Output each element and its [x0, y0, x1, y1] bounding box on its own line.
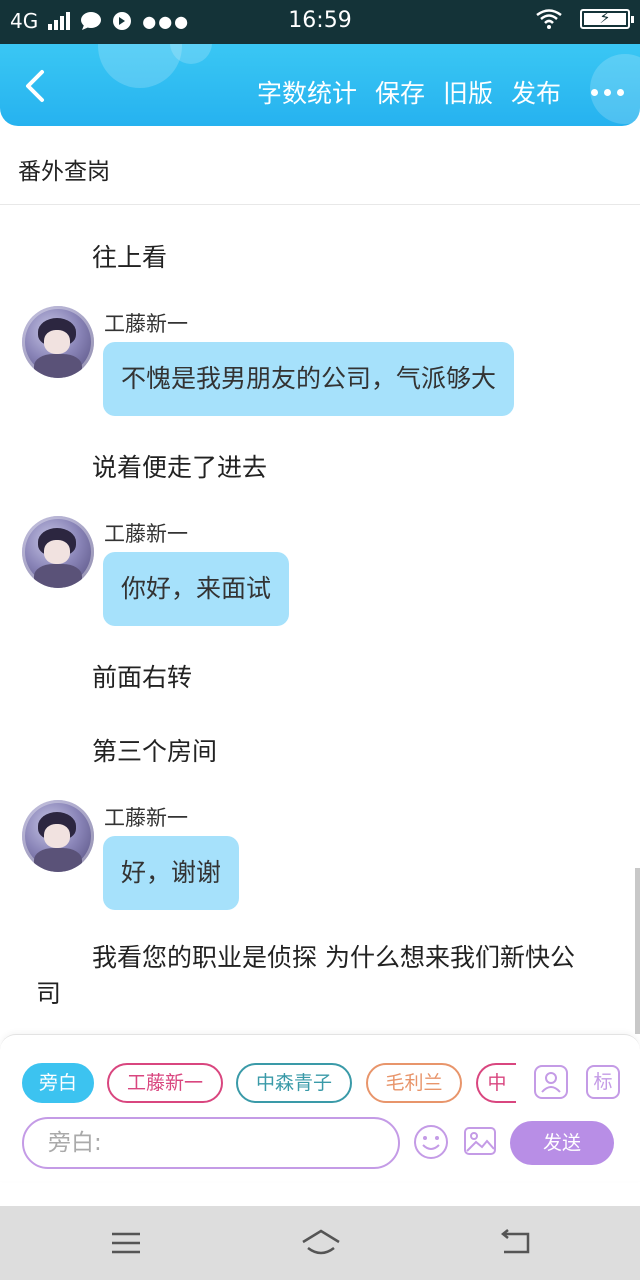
scrollbar[interactable]: [635, 868, 640, 1034]
speaker-name: 工藤新一: [104, 312, 188, 336]
back-icon[interactable]: [22, 68, 52, 104]
wifi-icon: [536, 9, 562, 29]
image-icon[interactable]: [462, 1123, 498, 1159]
top-app-bar: 字数统计 保存 旧版 发布: [0, 44, 640, 126]
home-icon[interactable]: [300, 1228, 342, 1258]
old-version-button[interactable]: 旧版: [443, 74, 493, 110]
more-icon[interactable]: [591, 88, 624, 96]
speaker-name: 工藤新一: [104, 522, 188, 546]
narration-line[interactable]: 我看您的职业是侦探 为什么想来我们新快公司: [36, 940, 596, 1012]
avatar[interactable]: [22, 516, 94, 588]
menu-icon[interactable]: [108, 1228, 144, 1258]
dialogue-bubble[interactable]: 好，谢谢: [103, 836, 240, 910]
back-nav-icon[interactable]: [498, 1228, 534, 1258]
role-chip-kudo-shinichi[interactable]: 工藤新一: [107, 1063, 223, 1103]
speaker-name: 工藤新一: [104, 806, 188, 830]
dialogue-bubble[interactable]: 不愧是我男朋友的公司，气派够大: [103, 342, 515, 416]
narration-line[interactable]: 说着便走了进去: [92, 448, 267, 484]
send-button[interactable]: 发送: [510, 1121, 614, 1165]
avatar[interactable]: [22, 306, 94, 378]
narration-line[interactable]: 第三个房间: [92, 732, 217, 768]
header-decoration: [98, 44, 182, 88]
status-bar: 4G ●●● 16:59 ⚡: [0, 0, 640, 44]
composer-panel: 旁白 工藤新一 中森青子 毛利兰 中 标 发送: [0, 1034, 640, 1181]
role-chip-mouri-ran[interactable]: 毛利兰: [366, 1063, 462, 1103]
narration-line[interactable]: 前面右转: [92, 658, 192, 694]
role-chip-narrator[interactable]: 旁白: [22, 1063, 94, 1103]
message-input-field[interactable]: [46, 1129, 380, 1157]
role-chip-nakamori-aoko[interactable]: 中森青子: [236, 1063, 352, 1103]
chapter-title-bar[interactable]: 番外查岗: [0, 126, 640, 205]
battery-icon: ⚡: [580, 8, 634, 29]
header-actions: 字数统计 保存 旧版 发布: [257, 74, 624, 110]
save-button[interactable]: 保存: [375, 74, 425, 110]
word-count-button[interactable]: 字数统计: [257, 74, 357, 110]
status-right: ⚡: [536, 8, 634, 29]
system-nav-bar: [0, 1206, 640, 1280]
publish-button[interactable]: 发布: [511, 74, 561, 110]
avatar[interactable]: [22, 800, 94, 872]
dialogue-bubble[interactable]: 你好，来面试: [103, 552, 290, 626]
narration-line[interactable]: 往上看: [92, 238, 167, 274]
character-manage-icon[interactable]: [534, 1065, 568, 1099]
role-chip-partial[interactable]: 中: [476, 1063, 516, 1103]
tag-button[interactable]: 标: [586, 1065, 620, 1099]
chapter-title[interactable]: 番外查岗: [18, 152, 110, 186]
message-input[interactable]: [22, 1117, 400, 1169]
emoji-icon[interactable]: [412, 1123, 450, 1161]
